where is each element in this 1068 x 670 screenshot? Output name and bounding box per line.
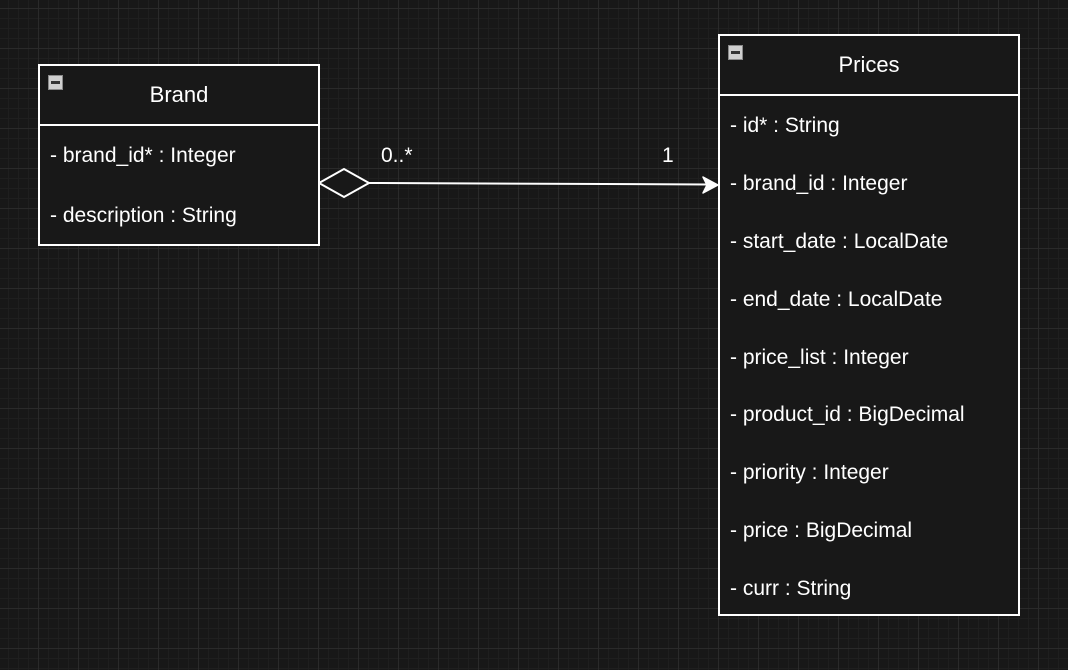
attribute-list: - id* : String - brand_id : Integer - st… xyxy=(720,96,1018,636)
class-header[interactable]: Prices xyxy=(720,36,1018,96)
attribute[interactable]: - curr : String xyxy=(720,578,1018,636)
minus-square-icon[interactable] xyxy=(48,75,63,90)
class-name: Prices xyxy=(838,52,900,77)
minus-square-icon[interactable] xyxy=(728,45,743,60)
target-multiplicity-label: 1 xyxy=(662,144,674,167)
source-multiplicity-label: 0..* xyxy=(381,144,413,167)
attribute[interactable]: - priority : Integer xyxy=(720,462,1018,520)
attribute[interactable]: - end_date : LocalDate xyxy=(720,289,1018,347)
attribute[interactable]: - brand_id : Integer xyxy=(720,173,1018,231)
class-header[interactable]: Brand xyxy=(40,66,318,126)
hollow-diamond-icon xyxy=(316,167,372,199)
attribute[interactable]: - description : String xyxy=(40,205,318,265)
attribute[interactable]: - price_list : Integer xyxy=(720,347,1018,405)
open-arrowhead-icon xyxy=(702,176,719,194)
attribute-list: - brand_id* : Integer - description : St… xyxy=(40,126,318,265)
attribute[interactable]: - product_id : BigDecimal xyxy=(720,404,1018,462)
attribute[interactable]: - id* : String xyxy=(720,115,1018,173)
attribute[interactable]: - start_date : LocalDate xyxy=(720,231,1018,289)
attribute[interactable]: - brand_id* : Integer xyxy=(40,145,318,205)
class-brand[interactable]: Brand - brand_id* : Integer - descriptio… xyxy=(38,64,320,246)
class-prices[interactable]: Prices - id* : String - brand_id : Integ… xyxy=(718,34,1020,616)
attribute[interactable]: - price : BigDecimal xyxy=(720,520,1018,578)
association-line[interactable] xyxy=(368,182,711,186)
class-name: Brand xyxy=(149,82,209,107)
